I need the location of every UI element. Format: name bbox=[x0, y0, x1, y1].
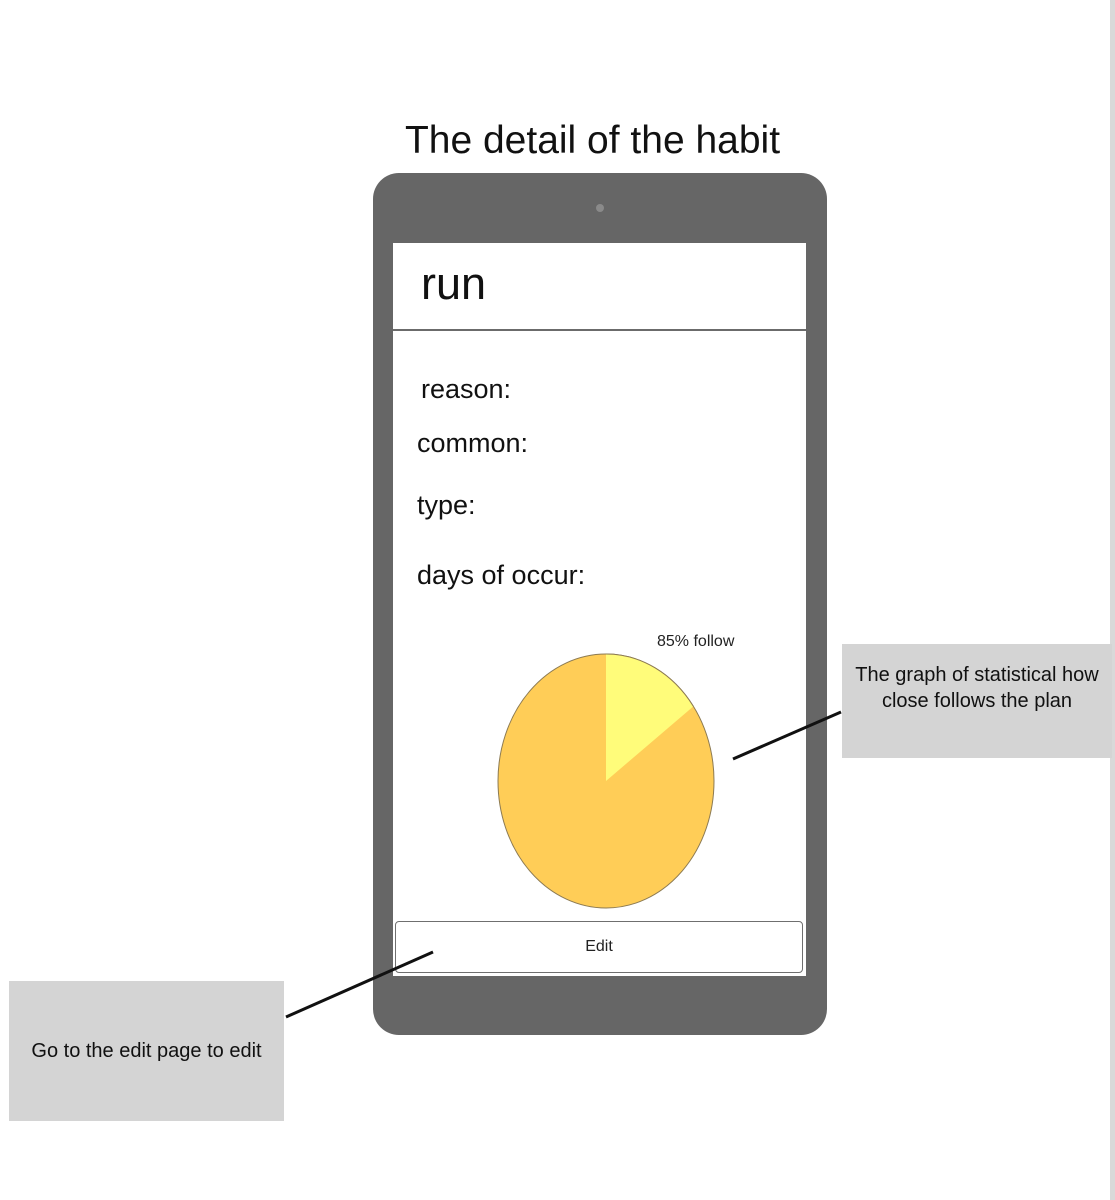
type-label: type: bbox=[417, 490, 476, 520]
days-of-occur-label: days of occur: bbox=[417, 560, 586, 590]
tablet-device-frame: run reason: common: type: days of occur:… bbox=[373, 173, 827, 1035]
device-screen: run reason: common: type: days of occur:… bbox=[393, 243, 806, 976]
follow-pie-chart bbox=[496, 652, 716, 910]
camera-icon bbox=[596, 204, 604, 212]
pie-chart-svg bbox=[497, 653, 715, 909]
habit-header: run bbox=[393, 243, 806, 331]
edit-annotation-callout: Go to the edit page to edit bbox=[9, 981, 284, 1121]
page-right-border bbox=[1110, 0, 1115, 1200]
edit-button[interactable]: Edit bbox=[395, 921, 803, 973]
pie-annotation-label: 85% follow bbox=[657, 633, 735, 650]
graph-annotation-callout: The graph of statistical how close follo… bbox=[842, 644, 1112, 758]
reason-label: reason: bbox=[421, 374, 512, 404]
habit-name: run bbox=[421, 258, 487, 309]
page-heading: The detail of the habit bbox=[404, 119, 781, 162]
common-label: common: bbox=[417, 428, 529, 458]
